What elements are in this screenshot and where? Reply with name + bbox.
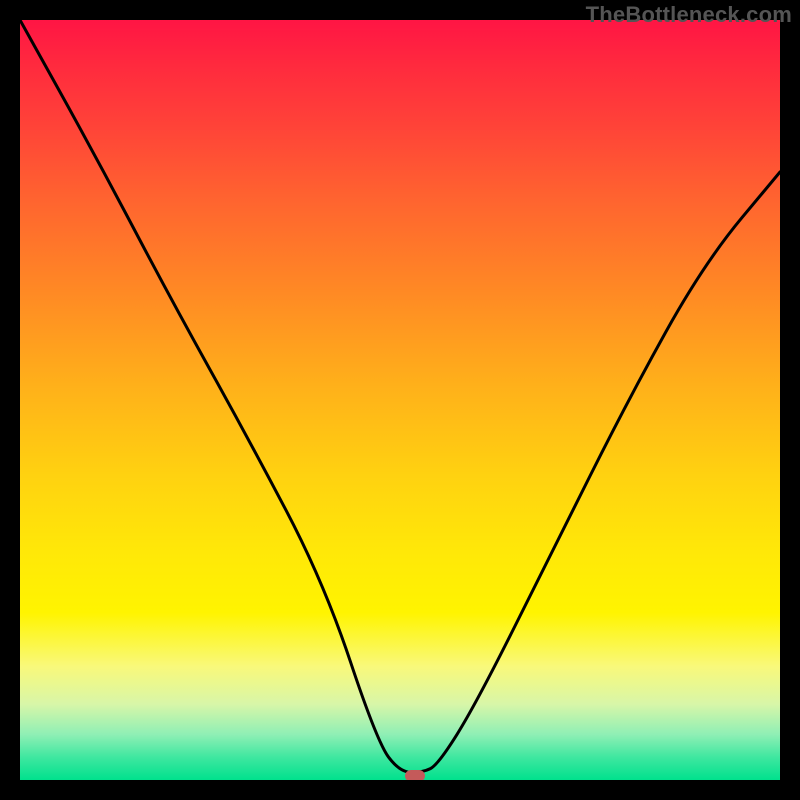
chart-frame: TheBottleneck.com xyxy=(0,0,800,800)
bottleneck-curve xyxy=(20,20,780,780)
plot-area xyxy=(20,20,780,780)
optimal-marker xyxy=(405,770,425,780)
watermark-text: TheBottleneck.com xyxy=(586,2,792,28)
curve-path xyxy=(20,20,780,772)
